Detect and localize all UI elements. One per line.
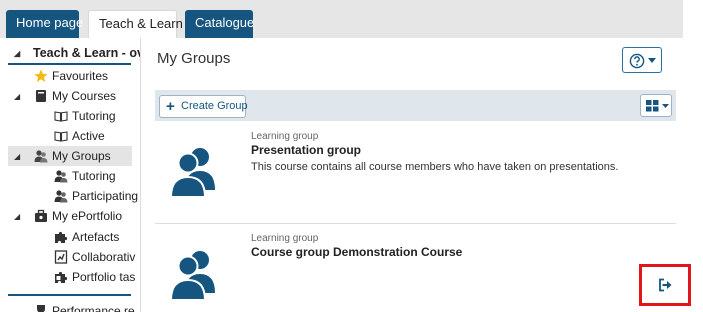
group-icon — [54, 170, 68, 183]
leave-group-button[interactable] — [639, 264, 691, 306]
tab-catalogue[interactable]: Catalogue — [185, 10, 254, 38]
group-icon — [54, 190, 68, 203]
sidebar-item-my-eportfolio[interactable]: ◢ My ePortfolio — [0, 206, 140, 227]
sidebar-item-favourites[interactable]: Favourites — [0, 66, 140, 86]
collapse-arrow-icon[interactable]: ◢ — [14, 44, 20, 64]
sidebar-item-courses-tutoring[interactable]: Tutoring — [0, 106, 140, 126]
sidebar-item-groups-participating[interactable]: Participating — [0, 186, 140, 206]
document-icon — [54, 250, 68, 264]
group-icon — [34, 150, 48, 163]
collapse-arrow-icon[interactable]: ◢ — [14, 207, 20, 227]
view-toggle-button[interactable] — [640, 94, 672, 117]
sidebar-item-my-courses[interactable]: ◢ My Courses — [0, 86, 140, 107]
collapse-arrow-icon[interactable]: ◢ — [14, 87, 20, 107]
sidebar-item-courses-active[interactable]: Active — [0, 126, 140, 146]
puzzle-icon — [55, 231, 68, 243]
sidebar-divider — [8, 294, 131, 296]
main-content: My Groups + Create Group Learning group … — [142, 38, 683, 312]
chevron-down-icon — [662, 104, 669, 108]
create-group-button[interactable]: + Create Group — [159, 95, 248, 118]
group-avatar-icon — [169, 251, 215, 301]
page-title: My Groups — [157, 50, 231, 67]
open-book-icon — [54, 131, 68, 142]
group-title[interactable]: Course group Demonstration Course — [251, 245, 462, 259]
sidebar-item-collaborative[interactable]: Collaborativ — [0, 247, 140, 267]
group-type: Learning group — [251, 131, 319, 142]
book-icon — [36, 90, 46, 102]
star-icon — [34, 69, 48, 82]
sidebar-item-my-groups[interactable]: ◢ My Groups — [8, 146, 132, 166]
group-avatar-icon — [169, 148, 215, 198]
group-card[interactable]: Learning group Course group Demonstratio… — [155, 225, 676, 312]
open-book-icon — [54, 111, 68, 122]
top-tab-bar: Home page Teach & Learn Catalogue — [0, 0, 683, 38]
tab-teach-and-learn[interactable]: Teach & Learn — [88, 10, 183, 38]
sidebar-item-performance[interactable]: Performance re — [0, 301, 140, 312]
group-card[interactable]: Learning group Presentation group This c… — [155, 121, 676, 224]
sidebar-item-artefacts[interactable]: Artefacts — [0, 227, 140, 247]
tab-home-page[interactable]: Home page — [6, 10, 83, 38]
collapse-arrow-icon[interactable]: ◢ — [14, 147, 20, 167]
sidebar-item-portfolio-tasks[interactable]: Portfolio tas — [0, 267, 140, 287]
group-type: Learning group — [251, 233, 319, 244]
group-toolbar: + Create Group — [155, 90, 676, 121]
sidebar-title[interactable]: ◢ Teach & Learn - ov — [0, 43, 140, 64]
create-group-label: Create Group — [181, 100, 248, 112]
help-icon — [629, 53, 645, 69]
sidebar-divider — [8, 63, 131, 65]
help-button[interactable] — [622, 47, 662, 73]
sidebar-item-groups-tutoring[interactable]: Tutoring — [0, 166, 140, 186]
briefcase-icon — [35, 209, 47, 222]
group-description: This course contains all course members … — [251, 161, 619, 173]
grid-view-icon — [646, 100, 659, 112]
sign-out-icon — [659, 278, 672, 292]
chevron-down-icon — [648, 58, 656, 63]
plus-icon: + — [166, 98, 175, 115]
puzzle-icon — [55, 271, 68, 283]
trophy-icon — [37, 305, 45, 312]
group-title[interactable]: Presentation group — [251, 143, 361, 157]
sidebar: ◢ Teach & Learn - ov Favourites ◢ My Cou… — [0, 38, 141, 312]
